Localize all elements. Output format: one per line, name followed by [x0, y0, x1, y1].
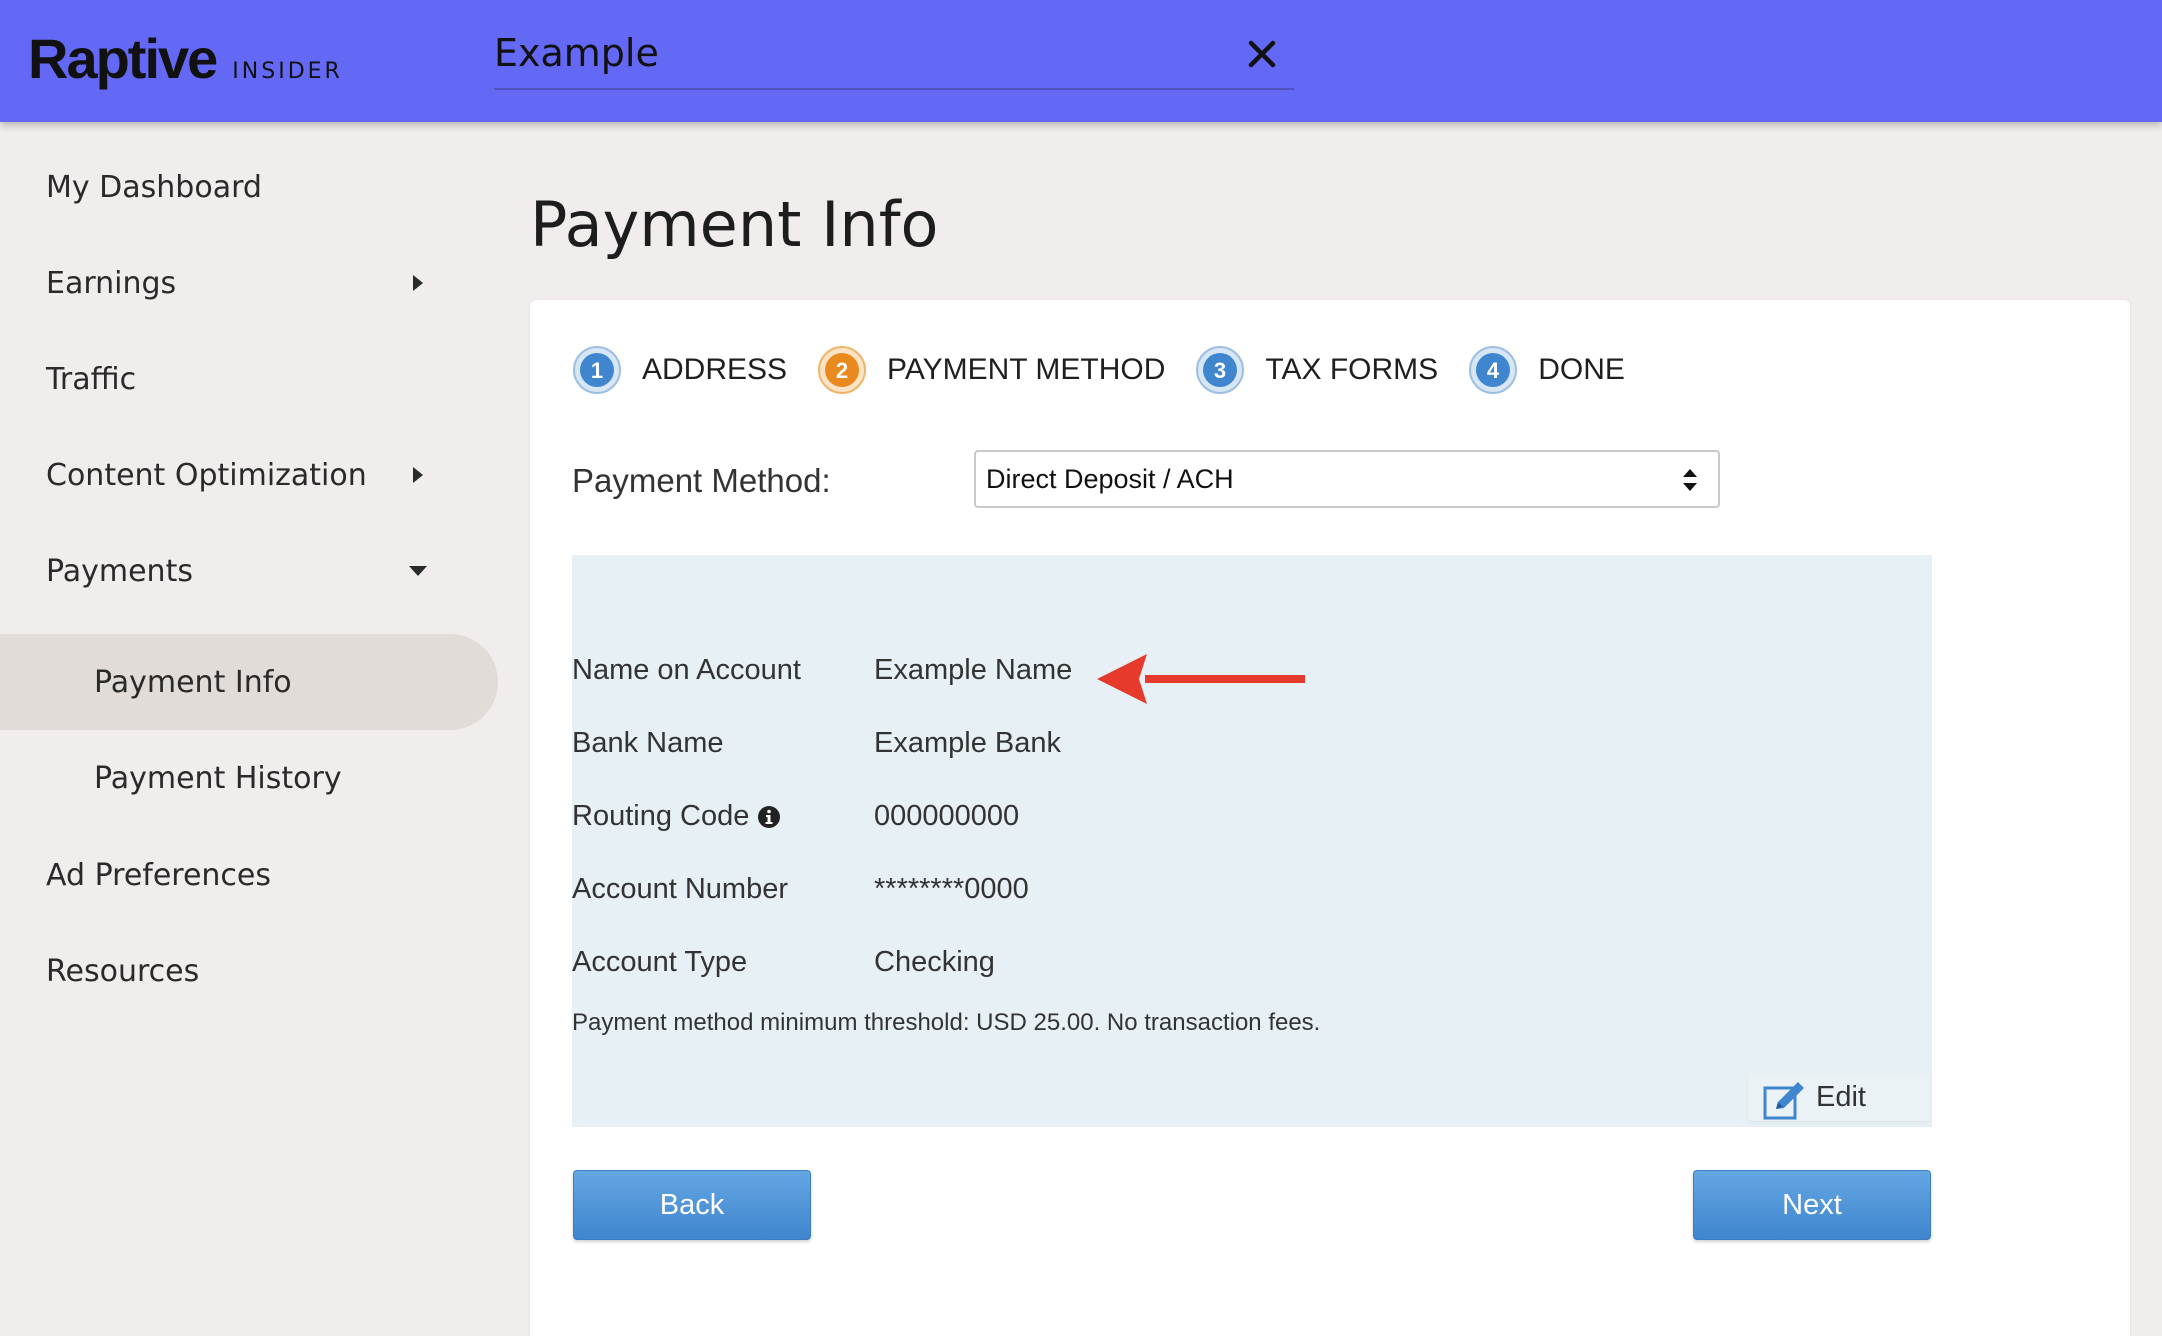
sidebar-item-ad-preferences[interactable]: Ad Preferences: [0, 827, 498, 923]
sidebar-item-label: Payment Info: [94, 664, 292, 700]
sidebar-item-label: Content Optimization: [46, 457, 367, 493]
sidebar-item-label: Ad Preferences: [46, 857, 272, 893]
step-payment-method: 2 PAYMENT METHOD: [817, 345, 1165, 395]
payment-method-value: Direct Deposit / ACH: [986, 464, 1234, 494]
account-number-value: ********0000: [874, 873, 1029, 905]
info-icon[interactable]: [757, 805, 781, 829]
top-header: Raptive INSIDER: [0, 0, 2162, 122]
sidebar-item-earnings[interactable]: Earnings: [0, 235, 498, 331]
logo-wordmark: Raptive: [28, 27, 218, 90]
step-done: 4 DONE: [1468, 345, 1625, 395]
next-button[interactable]: Next: [1693, 1170, 1931, 1240]
step-address: 1 ADDRESS: [572, 345, 787, 395]
sidebar: My Dashboard Earnings Traffic Content Op…: [0, 122, 500, 1336]
step-label: DONE: [1538, 353, 1625, 386]
bank-details-panel: Name on Account Example Name Bank Name E…: [572, 555, 1932, 1127]
logo-subtitle: INSIDER: [232, 59, 343, 84]
search-input[interactable]: [494, 22, 1214, 84]
svg-text:4: 4: [1487, 358, 1500, 383]
step-2-icon: 2: [818, 346, 867, 394]
sidebar-item-label: My Dashboard: [46, 169, 262, 205]
sidebar-item-label: Resources: [46, 953, 200, 989]
sidebar-item-label: Earnings: [46, 265, 177, 301]
sidebar-item-label: Traffic: [46, 361, 137, 397]
step-label: ADDRESS: [642, 353, 788, 386]
sidebar-item-my-dashboard[interactable]: My Dashboard: [0, 139, 498, 235]
search-field: [494, 22, 1294, 90]
svg-text:1: 1: [591, 358, 603, 383]
sidebar-item-resources[interactable]: Resources: [0, 923, 498, 1019]
account-type-label: Account Type: [572, 946, 748, 978]
account-type-value: Checking: [874, 946, 995, 978]
sidebar-item-label: Payments: [46, 553, 193, 589]
step-3-icon: 3: [1196, 346, 1245, 394]
step-4-icon: 4: [1469, 346, 1518, 394]
sidebar-item-payments[interactable]: Payments: [0, 523, 498, 619]
payment-method-label: Payment Method:: [572, 462, 831, 499]
step-label: PAYMENT METHOD: [887, 353, 1166, 386]
svg-text:3: 3: [1214, 358, 1226, 383]
chevron-down-icon: [409, 566, 427, 576]
sidebar-item-label: Payment History: [94, 760, 342, 796]
payment-method-select[interactable]: Direct Deposit / ACH: [974, 450, 1720, 508]
step-label: TAX FORMS: [1265, 353, 1439, 386]
close-icon[interactable]: [1244, 36, 1280, 72]
step-1-icon: 1: [573, 346, 621, 394]
sidebar-item-content-optimization[interactable]: Content Optimization: [0, 427, 498, 523]
bank-name-value: Example Bank: [874, 727, 1061, 759]
edit-icon: [1763, 1082, 1804, 1120]
edit-label: Edit: [1816, 1081, 1866, 1113]
step-tax-forms: 3 TAX FORMS: [1195, 345, 1438, 395]
bank-name-label: Bank Name: [572, 727, 724, 759]
name-on-account-label: Name on Account: [572, 654, 801, 686]
page-title: Payment Info: [530, 188, 939, 261]
back-button[interactable]: Back: [573, 1170, 811, 1240]
account-number-label: Account Number: [572, 873, 788, 905]
chevron-right-icon: [413, 467, 423, 483]
raptive-logo[interactable]: Raptive INSIDER: [28, 26, 343, 91]
sidebar-item-traffic[interactable]: Traffic: [0, 331, 498, 427]
routing-code-label: Routing Code: [572, 800, 781, 833]
svg-text:2: 2: [836, 358, 848, 383]
select-arrows-icon: [1683, 469, 1697, 491]
progress-steps: 1 ADDRESS 2 PAYMENT METHOD 3 TAX FORMS 4…: [572, 338, 1655, 402]
edit-button[interactable]: Edit: [1748, 1073, 1930, 1121]
threshold-note: Payment method minimum threshold: USD 25…: [572, 1009, 1321, 1036]
chevron-right-icon: [413, 275, 423, 291]
name-on-account-value: Example Name: [874, 654, 1073, 686]
sidebar-item-payment-info[interactable]: Payment Info: [0, 634, 498, 730]
sidebar-item-payment-history[interactable]: Payment History: [0, 730, 498, 826]
routing-code-value: 000000000: [874, 800, 1020, 832]
annotation-arrow-icon: [1097, 654, 1305, 704]
